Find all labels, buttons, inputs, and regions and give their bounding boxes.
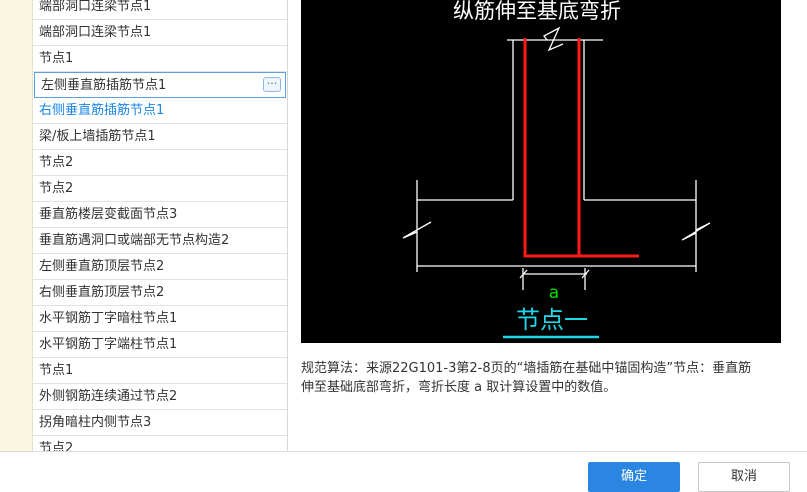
list-item[interactable]: 左侧垂直筋插筋节点1 ··· (34, 72, 286, 98)
more-options-button[interactable]: ··· (263, 77, 281, 92)
list-item-label: 拐角暗柱内侧节点3 (39, 415, 152, 430)
list-item[interactable]: 端部洞口连梁节点1 (33, 0, 287, 20)
list-item[interactable]: 垂直筋楼层变截面节点3 (33, 202, 287, 228)
list-item[interactable]: 右侧垂直筋顶层节点2 (33, 280, 287, 306)
list-item[interactable]: 节点2 (33, 436, 287, 451)
diagram-title: 纵筋伸至基底弯折 (453, 0, 621, 23)
list-item-label: 右侧垂直筋插筋节点1 (39, 103, 165, 118)
ok-button[interactable]: 确定 (588, 462, 680, 492)
list-item-label: 节点2 (39, 181, 74, 196)
row-gutter (0, 0, 33, 451)
list-item[interactable]: 节点2 (33, 150, 287, 176)
list-item[interactable]: 垂直筋遇洞口或端部无节点构造2 (33, 228, 287, 254)
list-item-label: 左侧垂直筋顶层节点2 (39, 259, 165, 274)
dimension-label: a (549, 283, 559, 303)
list-item-label: 节点1 (39, 363, 74, 378)
list-item[interactable]: 节点2 (33, 176, 287, 202)
list-item-label: 左侧垂直筋插筋节点1 (41, 78, 167, 93)
list-item-label: 节点2 (39, 155, 74, 170)
list-item[interactable]: 端部洞口连梁节点1 (33, 20, 287, 46)
diagram-background (301, 0, 781, 343)
node-diagram: 纵筋伸至基底弯折 a 节点一 (301, 0, 781, 343)
cancel-button[interactable]: 取消 (698, 462, 790, 492)
list-item-label: 右侧垂直筋顶层节点2 (39, 285, 165, 300)
list-item-label: 节点2 (39, 441, 74, 451)
list-item[interactable]: 水平钢筋丁字端柱节点1 (33, 332, 287, 358)
list-item-label: 端部洞口连梁节点1 (39, 0, 152, 14)
list-item-label: 垂直筋遇洞口或端部无节点构造2 (39, 233, 230, 248)
list-item-label: 水平钢筋丁字暗柱节点1 (39, 311, 178, 326)
list-item-label: 端部洞口连梁节点1 (39, 25, 152, 40)
list-item[interactable]: 右侧垂直筋插筋节点1 (33, 98, 287, 124)
list-item-label: 垂直筋楼层变截面节点3 (39, 207, 178, 222)
list-item-label: 节点1 (39, 51, 74, 66)
dialog-footer: 确定 取消 (0, 451, 807, 492)
node-list[interactable]: 端部洞口连梁节点1 端部洞口连梁节点1 节点1 左侧垂直筋插筋节点1 ··· 右侧垂直筋插… (33, 0, 288, 451)
list-item[interactable]: 节点1 (33, 358, 287, 384)
list-item[interactable]: 水平钢筋丁字暗柱节点1 (33, 306, 287, 332)
list-item[interactable]: 梁/板上墙插筋节点1 (33, 124, 287, 150)
diagram-caption: 节点一 (516, 306, 588, 334)
list-item-label: 水平钢筋丁字端柱节点1 (39, 337, 178, 352)
list-item[interactable]: 节点1 (33, 46, 287, 72)
algorithm-description: 规范算法：来源22G101-3第2-8页的“墙插筋在基础中锚固构造”节点：垂直筋… (301, 361, 752, 395)
list-item[interactable]: 外侧钢筋连续通过节点2 (33, 384, 287, 410)
list-item-label: 梁/板上墙插筋节点1 (39, 129, 156, 144)
list-item-label: 外侧钢筋连续通过节点2 (39, 389, 178, 404)
list-item[interactable]: 拐角暗柱内侧节点3 (33, 410, 287, 436)
preview-pane: 纵筋伸至基底弯折 a 节点一 规范算法：来源22G101-3第2-8页的“墙插筋… (288, 0, 807, 451)
list-item[interactable]: 左侧垂直筋顶层节点2 (33, 254, 287, 280)
